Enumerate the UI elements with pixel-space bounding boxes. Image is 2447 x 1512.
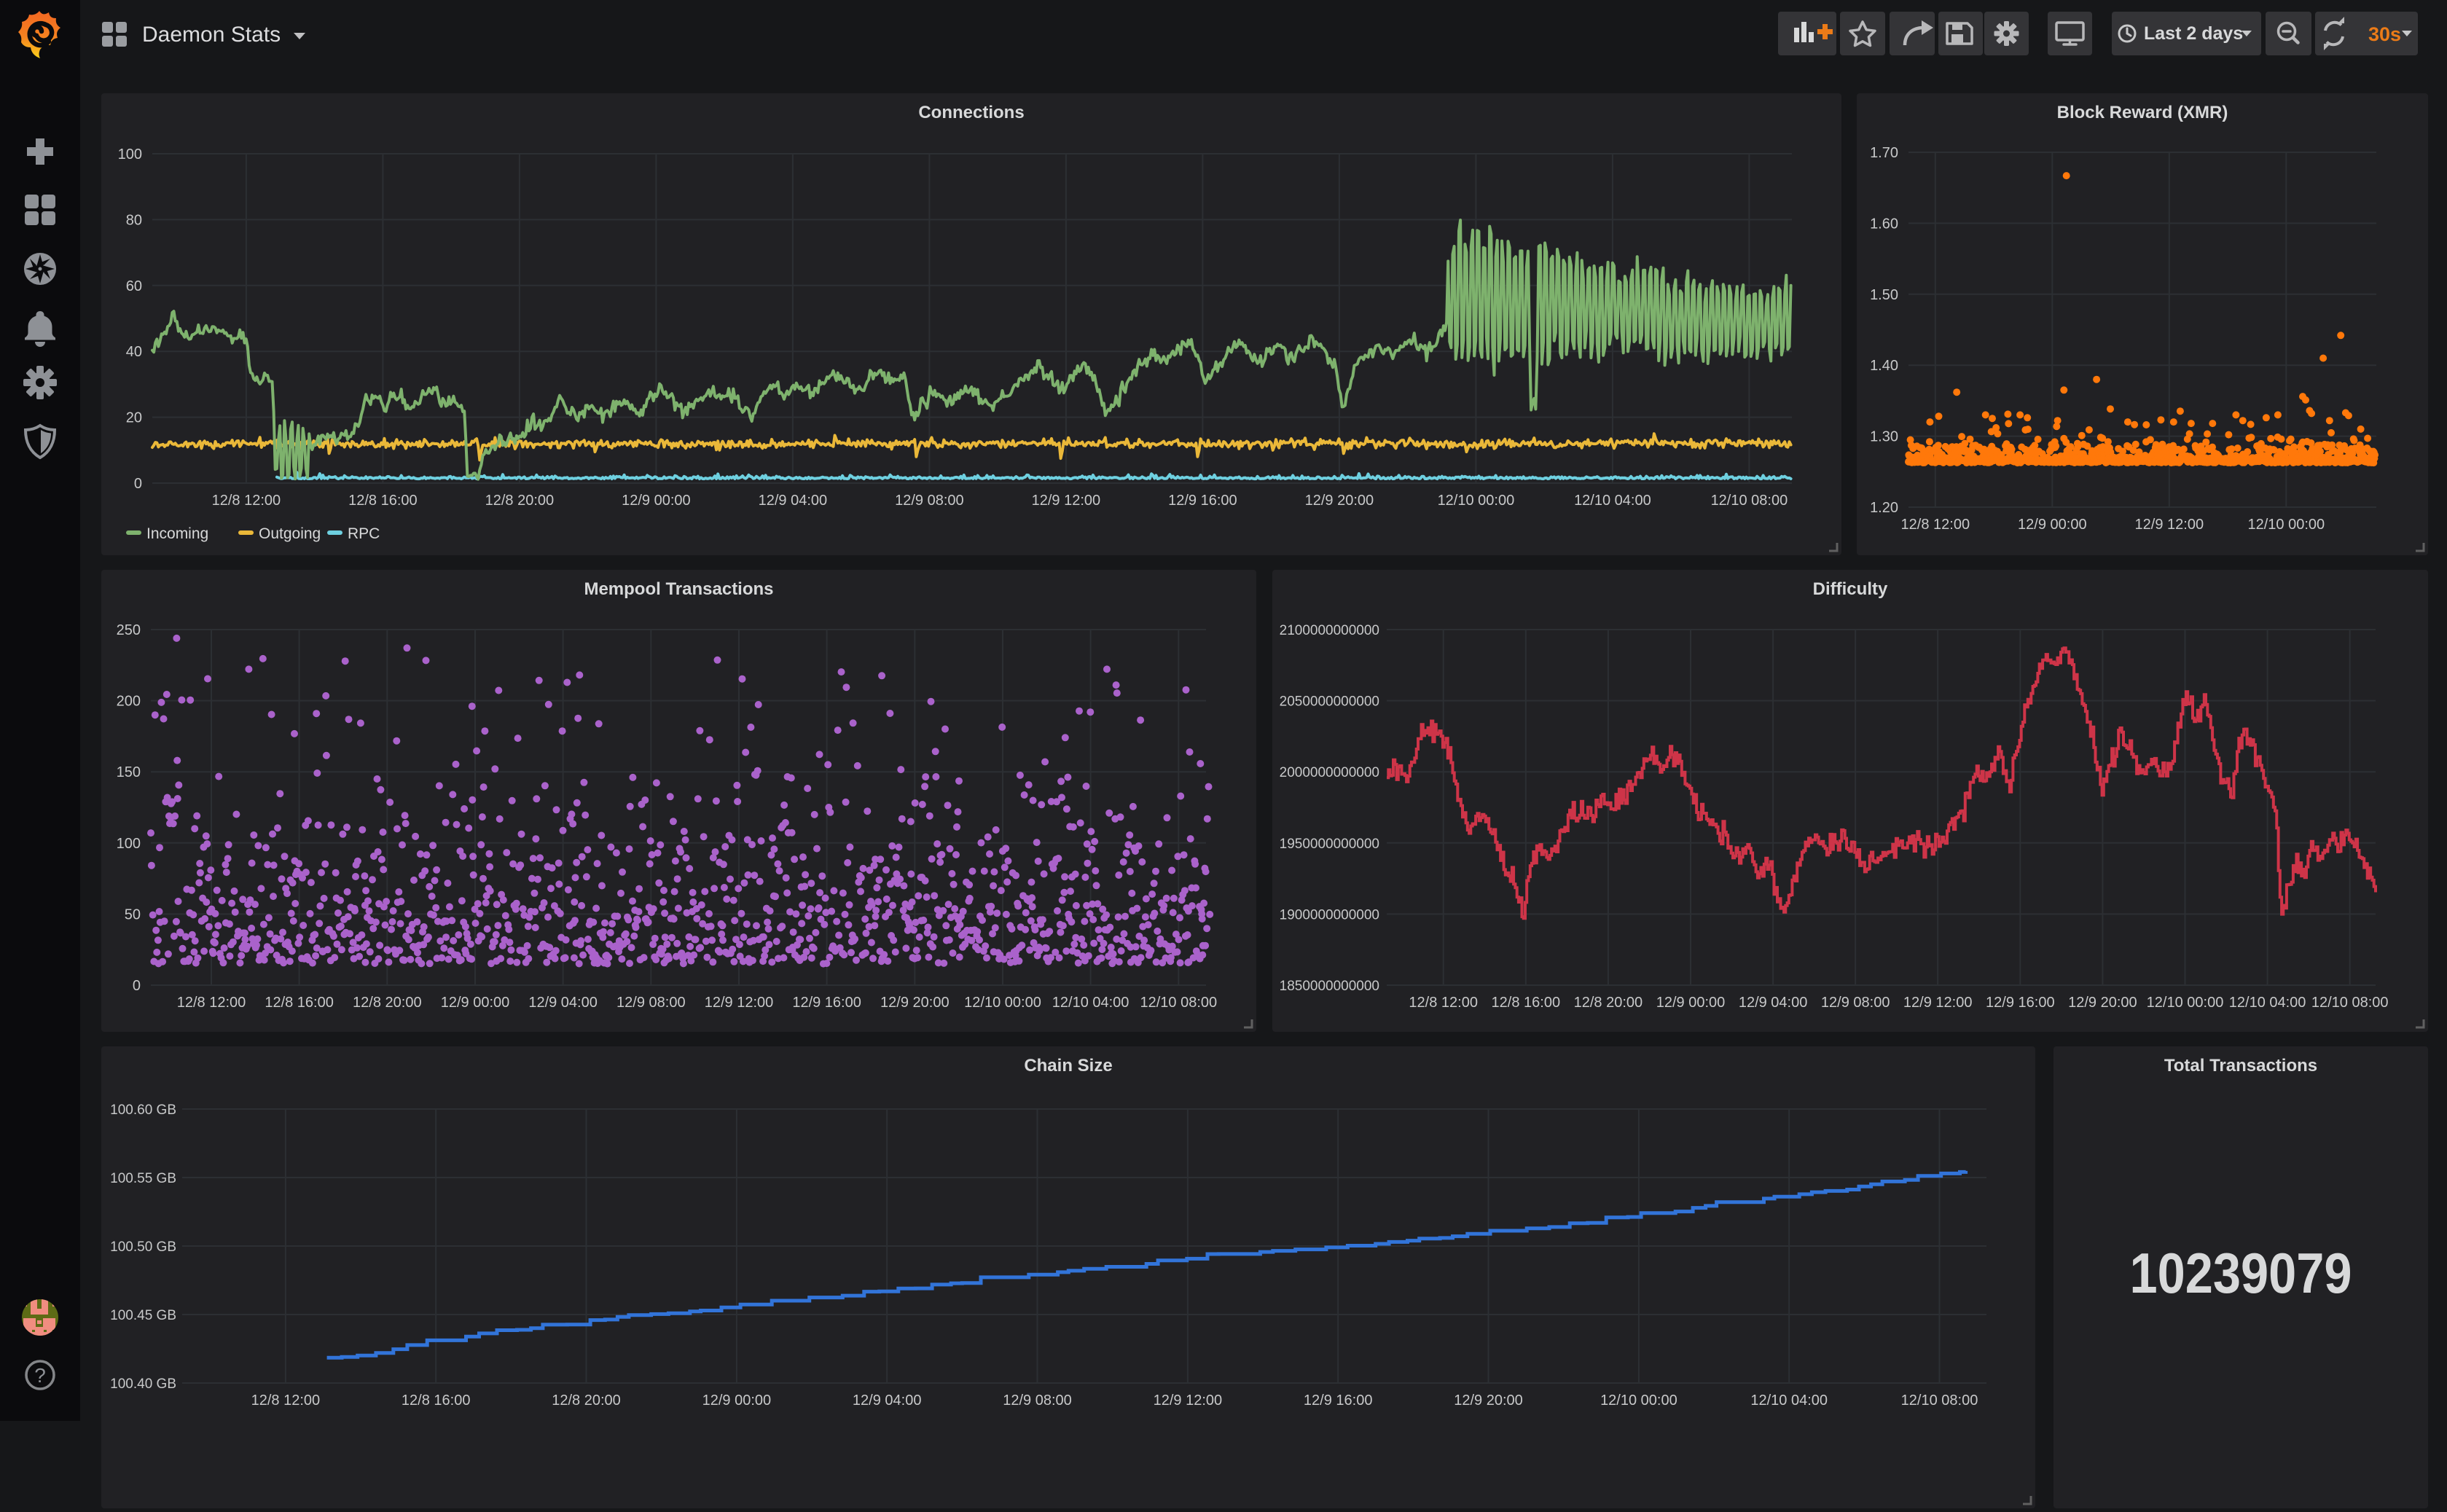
svg-text:0: 0 [133,978,141,994]
svg-text:12/9 16:00: 12/9 16:00 [1304,1392,1373,1409]
svg-text:1900000000000: 1900000000000 [1280,907,1379,923]
svg-text:Total Transactions: Total Transactions [2164,1056,2317,1076]
svg-text:2000000000000: 2000000000000 [1280,765,1379,780]
svg-text:100: 100 [118,146,142,162]
svg-text:0: 0 [134,476,142,492]
svg-text:60: 60 [126,278,142,294]
svg-text:40: 40 [126,344,142,360]
svg-text:2100000000000: 2100000000000 [1280,623,1379,638]
svg-text:1.20: 1.20 [1870,500,1898,516]
svg-text:12/10 08:00: 12/10 08:00 [1140,995,1217,1011]
svg-text:250: 250 [117,622,141,638]
svg-text:RPC: RPC [348,525,380,542]
svg-text:Last 2 days: Last 2 days [2144,23,2243,44]
svg-text:12/9 00:00: 12/9 00:00 [702,1392,772,1409]
svg-text:12/9 20:00: 12/9 20:00 [1305,493,1374,509]
svg-text:Mempool Transactions: Mempool Transactions [584,579,773,599]
svg-text:12/9 08:00: 12/9 08:00 [616,995,686,1011]
svg-text:12/10 04:00: 12/10 04:00 [1574,493,1651,509]
svg-text:100.50 GB: 100.50 GB [110,1239,176,1255]
svg-text:12/9 20:00: 12/9 20:00 [880,995,950,1011]
svg-text:1850000000000: 1850000000000 [1280,979,1379,994]
svg-text:12/9 04:00: 12/9 04:00 [853,1392,922,1409]
svg-text:Difficulty: Difficulty [1813,579,1888,599]
svg-text:12/9 00:00: 12/9 00:00 [441,995,510,1011]
svg-text:12/10 00:00: 12/10 00:00 [2247,517,2325,533]
svg-text:12/8 20:00: 12/8 20:00 [485,493,555,509]
svg-text:12/10 04:00: 12/10 04:00 [2229,995,2306,1011]
svg-text:1.30: 1.30 [1870,429,1898,445]
svg-text:12/9 20:00: 12/9 20:00 [1454,1392,1523,1409]
svg-text:12/9 12:00: 12/9 12:00 [2135,517,2204,533]
svg-text:12/9 20:00: 12/9 20:00 [2068,995,2137,1011]
svg-text:Daemon Stats: Daemon Stats [142,23,281,47]
svg-text:12/8 12:00: 12/8 12:00 [1901,517,1970,533]
svg-text:12/8 20:00: 12/8 20:00 [353,995,422,1011]
svg-text:Connections: Connections [918,103,1024,122]
svg-text:12/8 16:00: 12/8 16:00 [402,1392,471,1409]
svg-text:1.50: 1.50 [1870,287,1898,303]
svg-text:12/9 12:00: 12/9 12:00 [1032,493,1101,509]
svg-text:12/8 12:00: 12/8 12:00 [1409,995,1478,1011]
svg-text:12/10 04:00: 12/10 04:00 [1052,995,1129,1011]
svg-text:100.60 GB: 100.60 GB [110,1102,176,1118]
svg-text:12/8 12:00: 12/8 12:00 [251,1392,321,1409]
svg-text:12/8 16:00: 12/8 16:00 [265,995,334,1011]
svg-text:12/10 08:00: 12/10 08:00 [1901,1392,1978,1409]
svg-text:30s: 30s [2368,23,2401,45]
svg-text:80: 80 [126,212,142,228]
svg-text:100: 100 [117,836,141,852]
svg-text:2050000000000: 2050000000000 [1280,694,1379,710]
svg-text:?: ? [34,1364,46,1387]
svg-text:12/9 00:00: 12/9 00:00 [622,493,691,509]
svg-text:12/10 04:00: 12/10 04:00 [1750,1392,1828,1409]
svg-text:12/8 16:00: 12/8 16:00 [348,493,418,509]
svg-text:Block Reward (XMR): Block Reward (XMR) [2057,103,2228,122]
svg-text:Outgoing: Outgoing [259,525,321,542]
svg-text:Chain Size: Chain Size [1024,1056,1112,1076]
svg-text:12/9 16:00: 12/9 16:00 [1986,995,2055,1011]
svg-text:12/10 00:00: 12/10 00:00 [1438,493,1515,509]
svg-text:12/9 12:00: 12/9 12:00 [705,995,774,1011]
svg-text:1950000000000: 1950000000000 [1280,837,1379,852]
svg-text:12/10 00:00: 12/10 00:00 [964,995,1041,1011]
svg-text:12/8 12:00: 12/8 12:00 [212,493,281,509]
svg-text:12/9 04:00: 12/9 04:00 [1739,995,1808,1011]
svg-text:100.45 GB: 100.45 GB [110,1308,176,1323]
svg-text:12/8 12:00: 12/8 12:00 [177,995,246,1011]
svg-text:100.55 GB: 100.55 GB [110,1171,176,1186]
svg-text:12/9 04:00: 12/9 04:00 [759,493,828,509]
svg-text:12/9 00:00: 12/9 00:00 [2018,517,2087,533]
svg-text:50: 50 [125,906,141,923]
svg-text:12/9 08:00: 12/9 08:00 [1003,1392,1072,1409]
svg-text:100.40 GB: 100.40 GB [110,1376,176,1392]
svg-text:12/9 12:00: 12/9 12:00 [1154,1392,1223,1409]
svg-text:12/9 00:00: 12/9 00:00 [1656,995,1726,1011]
svg-text:12/8 16:00: 12/8 16:00 [1492,995,1561,1011]
svg-text:200: 200 [117,694,141,710]
svg-text:10239079: 10239079 [2130,1241,2352,1305]
svg-text:12/9 08:00: 12/9 08:00 [895,493,964,509]
svg-text:12/9 16:00: 12/9 16:00 [792,995,861,1011]
svg-text:1.70: 1.70 [1870,145,1898,161]
svg-text:12/10 00:00: 12/10 00:00 [1600,1392,1677,1409]
svg-text:150: 150 [117,764,141,780]
svg-text:12/10 08:00: 12/10 08:00 [2311,995,2389,1011]
svg-text:12/8 20:00: 12/8 20:00 [1574,995,1643,1011]
svg-text:12/10 00:00: 12/10 00:00 [2147,995,2224,1011]
svg-text:12/9 04:00: 12/9 04:00 [528,995,598,1011]
svg-text:12/9 12:00: 12/9 12:00 [1903,995,1973,1011]
svg-text:20: 20 [126,410,142,426]
svg-text:12/8 20:00: 12/8 20:00 [552,1392,621,1409]
svg-text:Incoming: Incoming [146,525,208,542]
svg-text:1.60: 1.60 [1870,216,1898,232]
svg-text:12/10 08:00: 12/10 08:00 [1711,493,1788,509]
svg-text:12/9 08:00: 12/9 08:00 [1821,995,1890,1011]
svg-text:12/9 16:00: 12/9 16:00 [1168,493,1237,509]
svg-text:1.40: 1.40 [1870,358,1898,374]
